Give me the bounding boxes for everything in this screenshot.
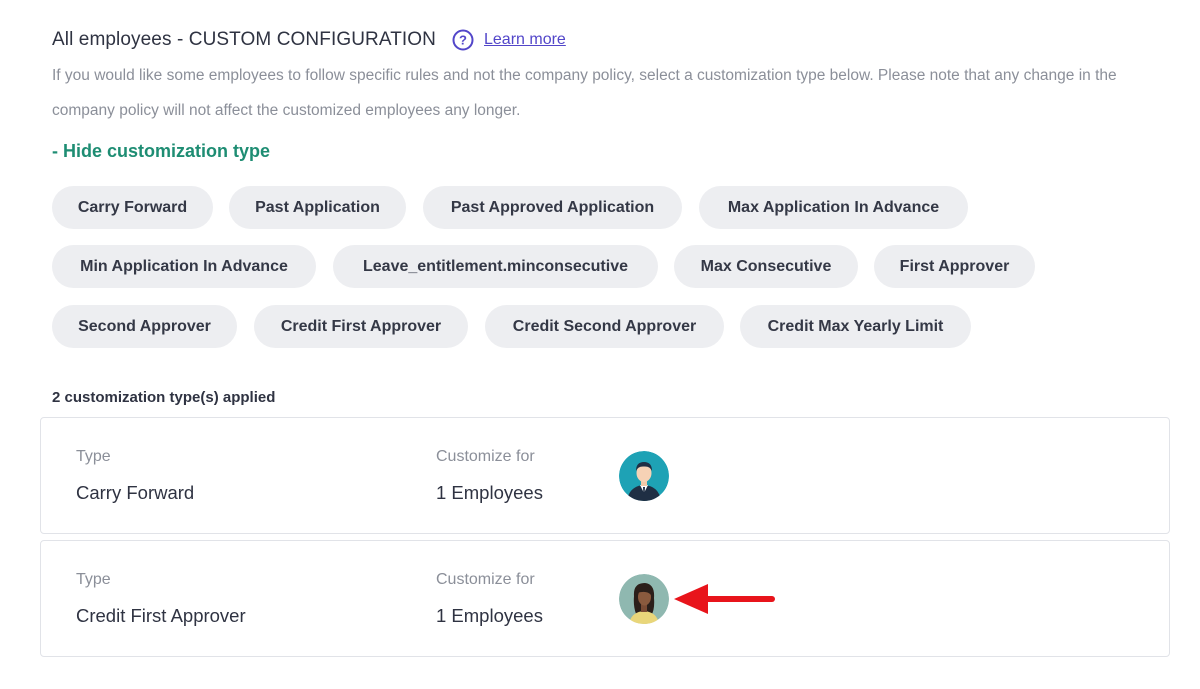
chip-past-application[interactable]: Past Application [229,186,406,229]
chip-credit-first-approver[interactable]: Credit First Approver [254,305,468,348]
hide-customization-toggle[interactable]: - Hide customization type [52,141,270,162]
chip-leave-entitlement-minconsecutive[interactable]: Leave_entitlement.minconsecutive [333,245,658,288]
chip-max-consecutive[interactable]: Max Consecutive [674,245,858,288]
type-value: Credit First Approver [76,605,246,626]
learn-more-link[interactable]: Learn more [484,31,566,49]
type-label: Type [76,571,111,588]
chip-credit-second-approver[interactable]: Credit Second Approver [485,305,724,348]
type-value: Carry Forward [76,482,195,503]
chip-max-application-in-advance[interactable]: Max Application In Advance [699,186,968,229]
header: All employees - CUSTOM CONFIGURATION ? L… [52,28,566,52]
svg-text:?: ? [459,33,467,48]
arrow-annotation-icon [674,584,775,614]
chip-credit-max-yearly-limit[interactable]: Credit Max Yearly Limit [740,305,971,348]
customize-for-value: 1 Employees [436,482,543,503]
applied-count: 2 customization type(s) applied [52,389,276,406]
chip-carry-forward[interactable]: Carry Forward [52,186,213,229]
chip-min-application-in-advance[interactable]: Min Application In Advance [52,245,316,288]
customize-for-value: 1 Employees [436,605,543,626]
chip-first-approver[interactable]: First Approver [874,245,1035,288]
applied-customization-card: Type Carry Forward Customize for 1 Emplo… [40,417,1170,534]
female-employee-avatar[interactable] [619,574,669,624]
applied-customization-card: Type Credit First Approver Customize for… [40,540,1170,657]
question-circle-icon[interactable]: ? [452,29,474,51]
chip-second-approver[interactable]: Second Approver [52,305,237,348]
customize-for-label: Customize for [436,448,535,465]
customize-for-label: Customize for [436,571,535,588]
male-employee-avatar[interactable] [619,451,669,501]
description-text: If you would like some employees to foll… [52,67,1117,119]
type-label: Type [76,448,111,465]
chip-past-approved-application[interactable]: Past Approved Application [423,186,682,229]
page-title: All employees - CUSTOM CONFIGURATION [52,29,436,50]
